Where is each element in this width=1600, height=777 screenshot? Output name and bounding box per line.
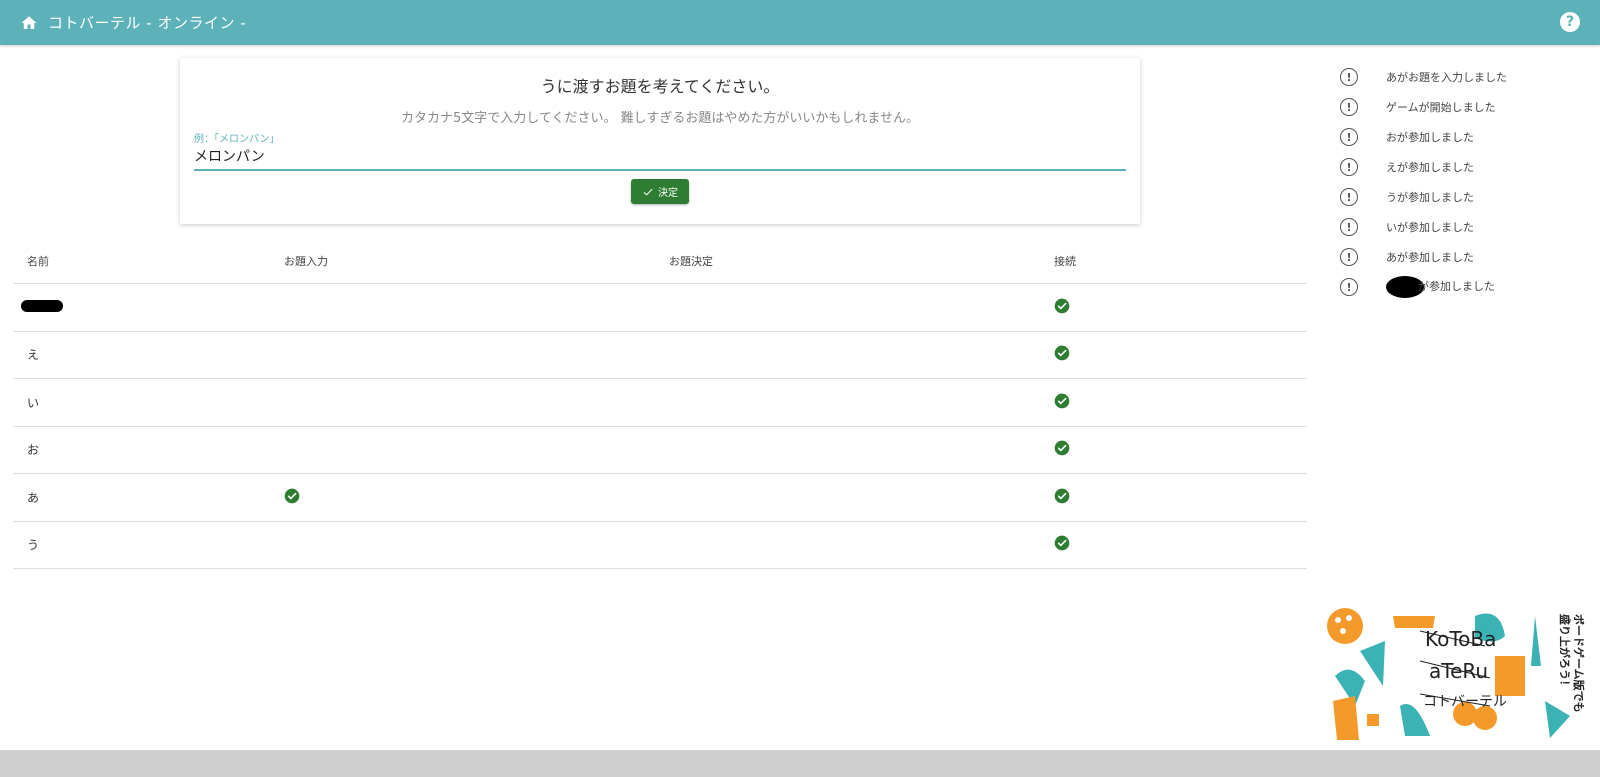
- activity-feed: ! あがお題を入力しました! ゲームが開始しました! おが参加しました! えが参加しまし…: [1340, 62, 1580, 302]
- topic-input-status: [270, 488, 655, 507]
- prompt-heading: うに渡すお題を考えてください。: [540, 77, 780, 96]
- info-icon: !: [1340, 218, 1358, 236]
- feed-text: あが参加しました: [1386, 249, 1474, 265]
- feed-message: ゲームが開始しました: [1386, 101, 1496, 114]
- feed-text: が参加しました: [1386, 276, 1495, 298]
- topic-input[interactable]: [194, 145, 1126, 171]
- check-icon: [643, 188, 653, 195]
- feed-text: うが参加しました: [1386, 189, 1474, 205]
- check-circle-icon: [1054, 393, 1070, 412]
- check-circle-icon: [1054, 535, 1070, 554]
- player-name: え: [27, 348, 40, 363]
- logo-line1: KoToBa: [1425, 627, 1496, 651]
- feed-item: ! が参加しました: [1340, 272, 1580, 302]
- table-row: い: [13, 379, 1307, 427]
- table-body: えいおあう: [13, 284, 1307, 569]
- app-title[interactable]: コトバーテル - オンライン -: [48, 12, 246, 33]
- table-row: え: [13, 332, 1307, 379]
- connection-status: [1040, 440, 1307, 459]
- check-circle-icon: [1054, 298, 1070, 317]
- connection-status: [1040, 488, 1307, 507]
- header-name: 名前: [27, 254, 49, 268]
- table-row: [13, 284, 1307, 332]
- feed-message: おが参加しました: [1386, 131, 1474, 144]
- player-name: [13, 299, 270, 315]
- player-name: あ: [27, 490, 40, 505]
- connection-status: [1040, 345, 1307, 364]
- header-topic-input: お題入力: [284, 254, 328, 268]
- kotobaateru-logo: KoToBa aTeRu コトバーテル ボードゲーム版でも 盛り上がろう！: [1325, 606, 1593, 742]
- topic-prompt-card: うに渡すお題を考えてください。 カタカナ5文字で入力してください。 難しすぎるお…: [180, 58, 1140, 224]
- prompt-subtext: カタカナ5文字で入力してください。 難しすぎるお題はやめた方がいいかもしれません…: [401, 111, 919, 126]
- check-circle-icon: [284, 488, 300, 507]
- home-icon[interactable]: [20, 13, 40, 33]
- connection-status: [1040, 298, 1307, 317]
- header-connected: 接続: [1054, 254, 1076, 268]
- info-icon: !: [1340, 98, 1358, 116]
- submit-label: 決定: [658, 188, 678, 199]
- topic-field: 例：「メロンパン」: [194, 130, 1126, 171]
- feed-item: ! いが参加しました: [1340, 212, 1580, 242]
- info-icon: !: [1340, 128, 1358, 146]
- feed-item: ! ゲームが開始しました: [1340, 92, 1580, 122]
- info-icon: !: [1340, 158, 1358, 176]
- players-table: 名前 お題入力 お題決定 接続 えいおあう: [13, 238, 1307, 569]
- header-topic-decided: お題決定: [669, 254, 713, 268]
- table-row: う: [13, 522, 1307, 569]
- info-icon: !: [1340, 188, 1358, 206]
- feed-text: あがお題を入力しました: [1386, 69, 1507, 85]
- table-header: 名前 お題入力 お題決定 接続: [13, 238, 1307, 284]
- player-name: う: [27, 538, 40, 553]
- player-name: お: [27, 443, 40, 458]
- logo-tagline-2: 盛り上がろう！: [1558, 614, 1572, 691]
- logo-line2: aTeRu: [1429, 659, 1488, 683]
- feed-item: ! あが参加しました: [1340, 242, 1580, 272]
- submit-button[interactable]: 決定: [631, 179, 689, 204]
- player-name: い: [27, 395, 40, 410]
- logo-tagline-1: ボードゲーム版でも: [1572, 614, 1586, 713]
- feed-item: ! あがお題を入力しました: [1340, 62, 1580, 92]
- feed-message: えが参加しました: [1386, 161, 1474, 174]
- feed-item: ! おが参加しました: [1340, 122, 1580, 152]
- info-icon: !: [1340, 278, 1358, 296]
- topic-field-label: 例：「メロンパン」: [194, 134, 280, 145]
- feed-text: えが参加しました: [1386, 159, 1474, 175]
- feed-text: おが参加しました: [1386, 129, 1474, 145]
- table-row: あ: [13, 474, 1307, 522]
- check-circle-icon: [1054, 345, 1070, 364]
- feed-message: あがお題を入力しました: [1386, 71, 1507, 84]
- redacted-name: [21, 299, 63, 312]
- app-bar: コトバーテル - オンライン - ?: [0, 0, 1600, 45]
- feed-text: いが参加しました: [1386, 219, 1474, 235]
- feed-item: ! えが参加しました: [1340, 152, 1580, 182]
- check-circle-icon: [1054, 488, 1070, 507]
- feed-message: が参加しました: [1418, 280, 1495, 293]
- feed-text: ゲームが開始しました: [1386, 99, 1496, 115]
- logo-line3: コトバーテル: [1423, 694, 1507, 710]
- feed-item: ! うが参加しました: [1340, 182, 1580, 212]
- help-icon[interactable]: ?: [1560, 12, 1580, 32]
- feed-message: あが参加しました: [1386, 251, 1474, 264]
- check-circle-icon: [1054, 440, 1070, 459]
- info-icon: !: [1340, 248, 1358, 266]
- table-row: お: [13, 427, 1307, 474]
- footer-bar: [0, 750, 1600, 777]
- connection-status: [1040, 393, 1307, 412]
- feed-message: いが参加しました: [1386, 221, 1474, 234]
- info-icon: !: [1340, 68, 1358, 86]
- connection-status: [1040, 535, 1307, 554]
- feed-message: うが参加しました: [1386, 191, 1474, 204]
